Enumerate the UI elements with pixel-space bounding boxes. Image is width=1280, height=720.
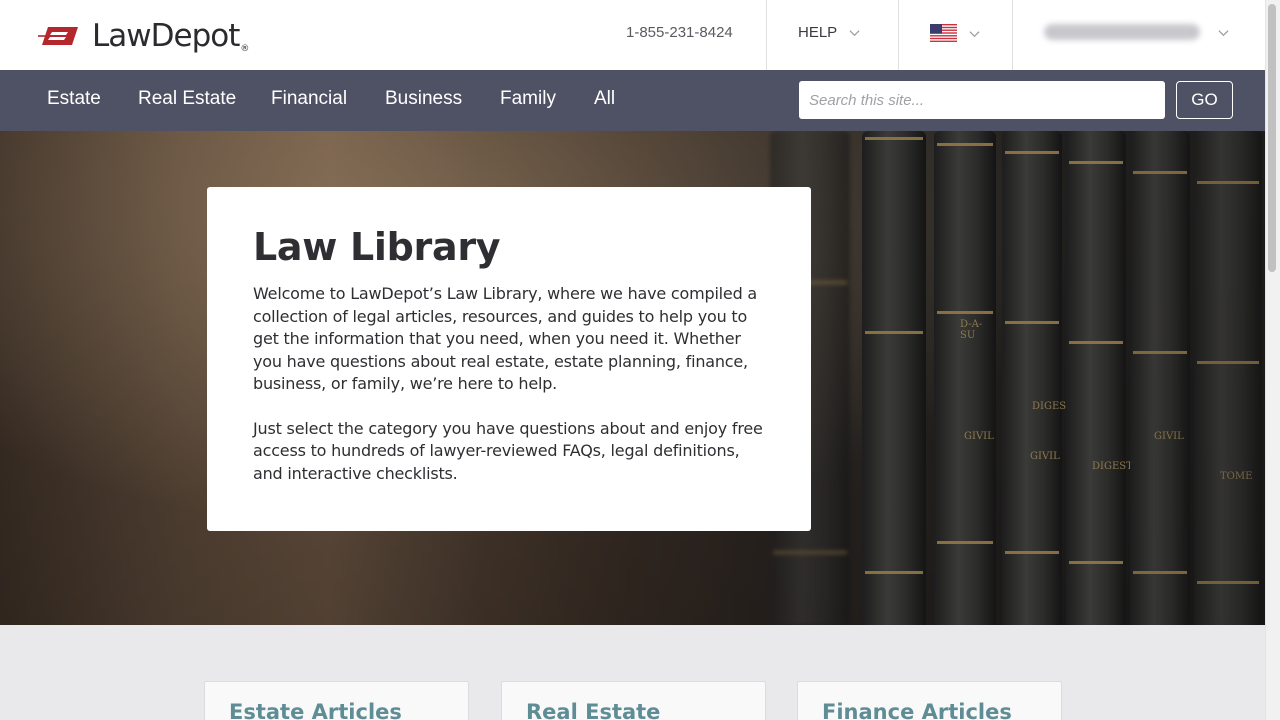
chevron-down-icon bbox=[849, 30, 860, 37]
book-spine: DIGEST GIVIL bbox=[1002, 131, 1073, 625]
logo-wordmark: LawDepot® bbox=[92, 18, 249, 54]
nav-item-family[interactable]: Family bbox=[500, 88, 556, 110]
law-library-intro-card: Law Library Welcome to LawDepot’s Law Li… bbox=[207, 187, 811, 531]
lawdepot-logo-mark-icon bbox=[38, 27, 78, 45]
book-spine: TOME bbox=[1194, 131, 1262, 625]
account-email-redacted bbox=[1044, 24, 1200, 40]
chevron-down-icon bbox=[1218, 29, 1229, 36]
country-selector[interactable] bbox=[930, 24, 980, 42]
hero-banner: D-A-SU GIVIL DIGEST GIVIL DIGEST GIVIL T… bbox=[0, 131, 1265, 625]
nav-item-business[interactable]: Business bbox=[385, 88, 462, 110]
chevron-down-icon bbox=[969, 30, 980, 37]
nav-item-all[interactable]: All bbox=[594, 88, 615, 110]
account-menu[interactable] bbox=[1044, 24, 1229, 40]
finance-articles-card[interactable]: Finance Articles bbox=[797, 681, 1062, 720]
search-go-button[interactable]: GO bbox=[1176, 81, 1233, 119]
nav-item-real-estate[interactable]: Real Estate bbox=[138, 88, 236, 110]
header-divider bbox=[898, 0, 899, 70]
book-spine: D-A-SU GIVIL bbox=[934, 131, 996, 625]
page-title: Law Library bbox=[253, 225, 501, 269]
us-flag-icon bbox=[930, 24, 957, 42]
help-label: HELP bbox=[798, 24, 838, 41]
header-divider bbox=[1012, 0, 1013, 70]
main-nav: Estate Real Estate Financial Business Fa… bbox=[0, 70, 1265, 131]
finance-articles-title: Finance Articles bbox=[822, 700, 1012, 720]
intro-paragraph: Welcome to LawDepot’s Law Library, where… bbox=[253, 284, 758, 393]
estate-articles-card[interactable]: Estate Articles bbox=[204, 681, 469, 720]
top-header: LawDepot® 1-855-231-8424 HELP bbox=[0, 0, 1265, 70]
book-spine: GIVIL bbox=[1130, 131, 1190, 625]
scrollbar-thumb[interactable] bbox=[1268, 4, 1276, 272]
book-spine: DIGEST bbox=[1066, 131, 1133, 625]
help-menu[interactable]: HELP bbox=[798, 24, 860, 41]
nav-item-estate[interactable]: Estate bbox=[47, 88, 101, 110]
nav-item-financial[interactable]: Financial bbox=[271, 88, 347, 110]
real-estate-articles-title: Real Estate Articles bbox=[526, 700, 661, 720]
estate-articles-title: Estate Articles bbox=[229, 700, 402, 720]
site-search-input[interactable] bbox=[799, 81, 1165, 119]
header-divider bbox=[766, 0, 767, 70]
articles-section: Estate Articles Real Estate Articles Fin… bbox=[0, 625, 1265, 720]
phone-number[interactable]: 1-855-231-8424 bbox=[626, 24, 733, 41]
real-estate-articles-card[interactable]: Real Estate Articles bbox=[501, 681, 766, 720]
lawdepot-logo[interactable]: LawDepot® bbox=[38, 18, 249, 54]
intro-paragraph-secondary: Just select the category you have questi… bbox=[253, 418, 763, 483]
book-spine bbox=[862, 131, 926, 625]
